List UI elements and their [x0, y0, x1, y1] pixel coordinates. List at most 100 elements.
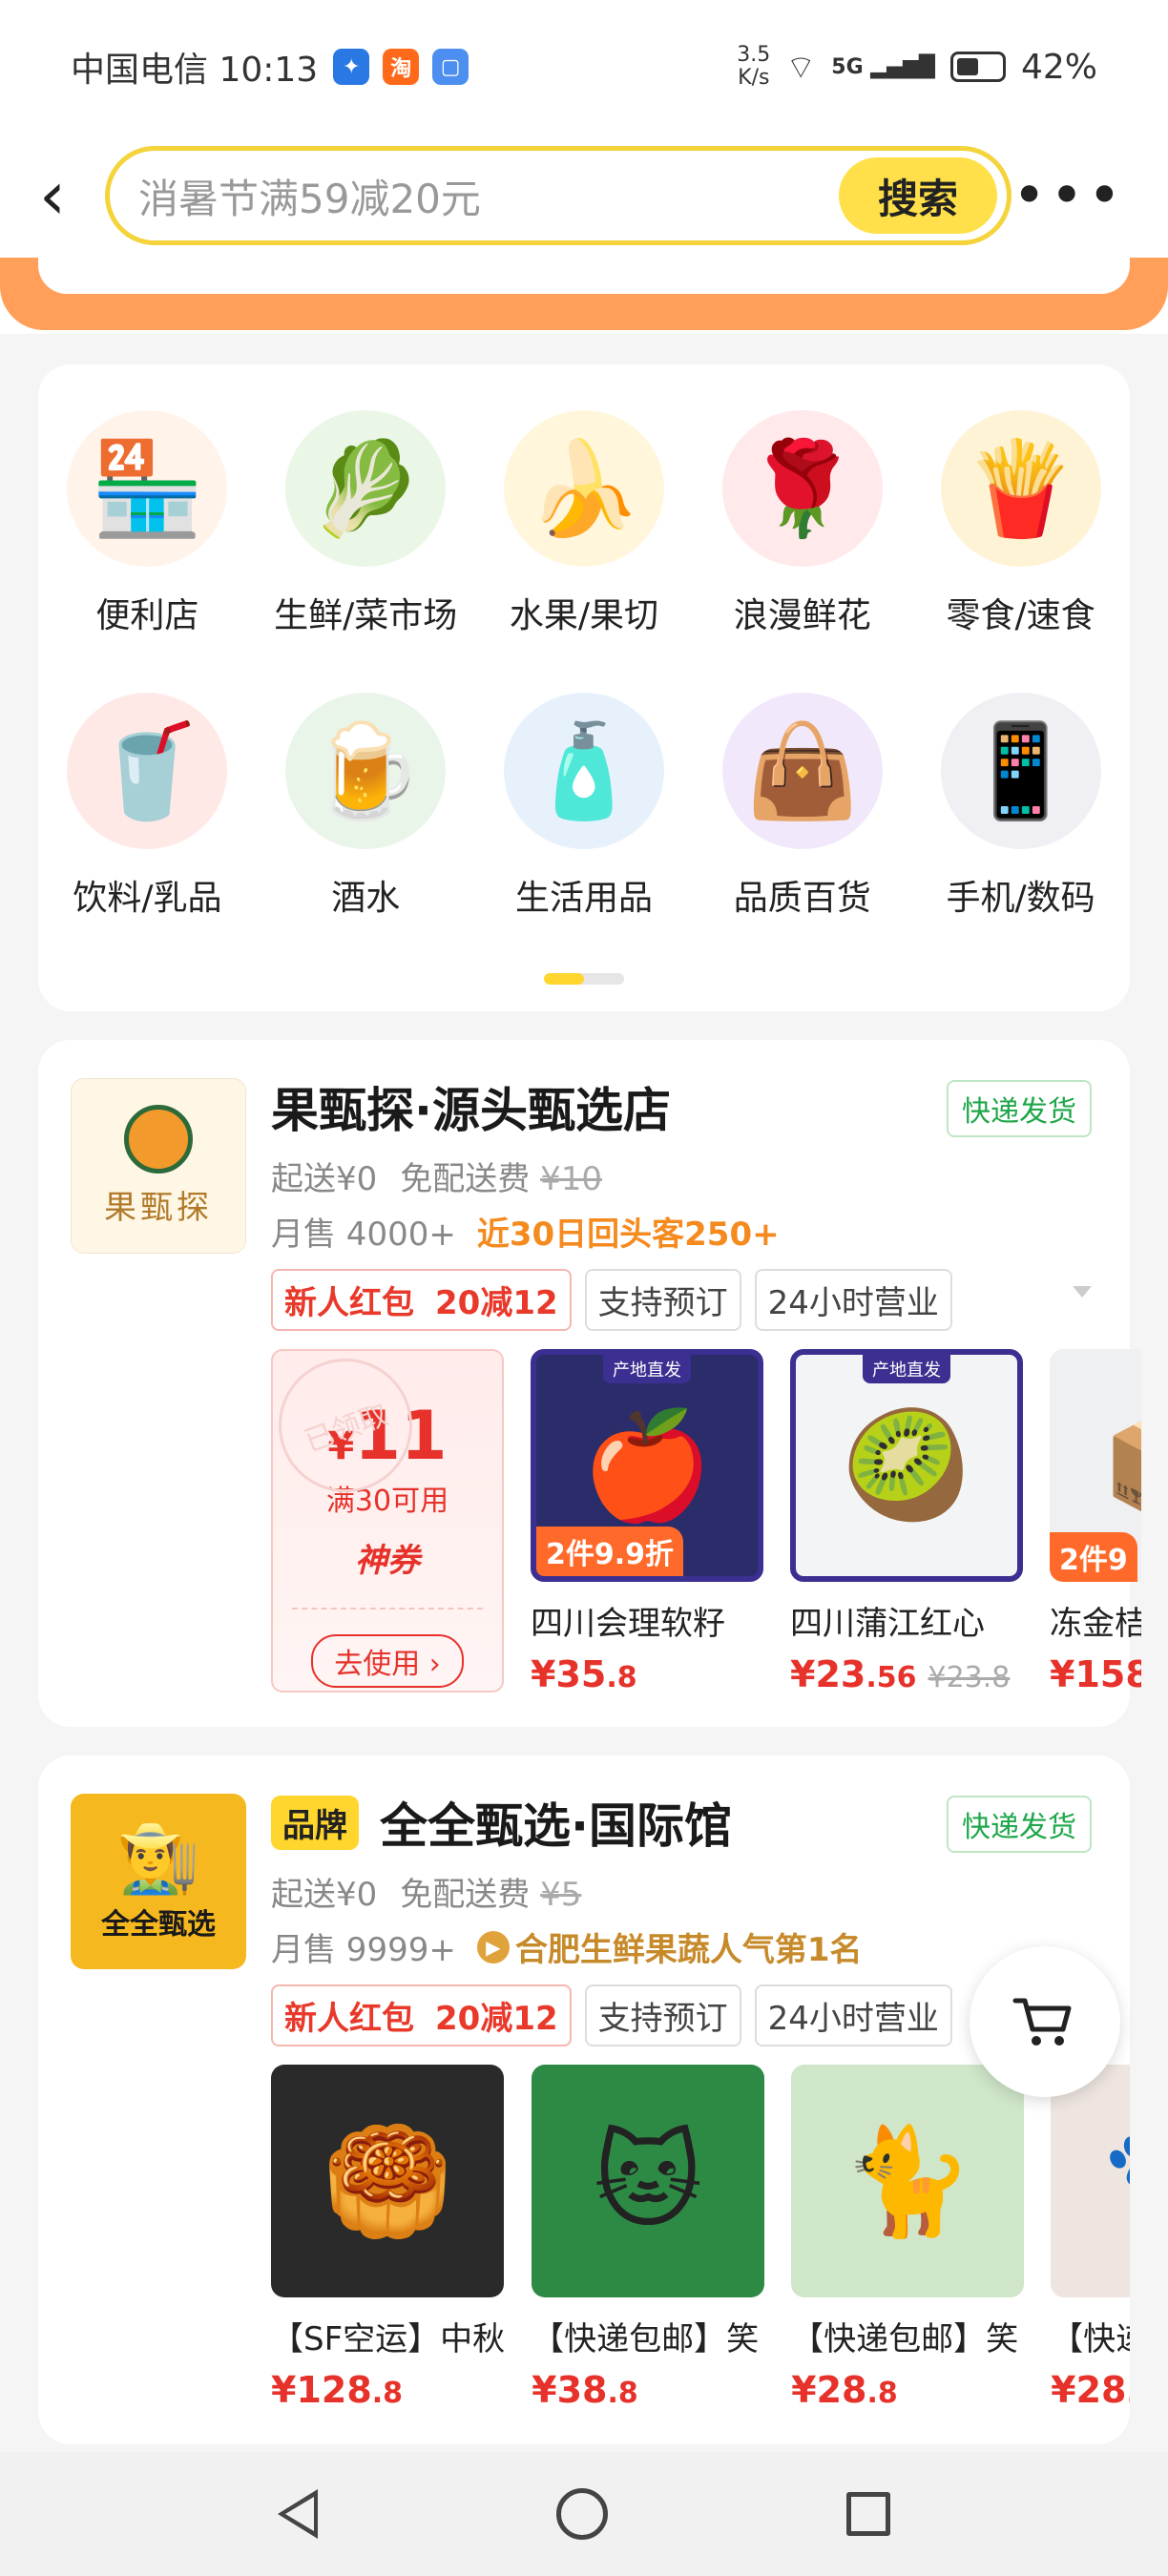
- shop-name[interactable]: 果甄探·源头甄选店: [271, 1072, 671, 1141]
- more-icon[interactable]: •••: [1012, 162, 1126, 229]
- product-price: ¥23.56 ¥23.8: [790, 1653, 1011, 1695]
- cart-button[interactable]: [970, 1946, 1120, 2097]
- carrier-time: 中国电信 10:13: [71, 51, 319, 90]
- taobao-notification-icon: 淘: [383, 49, 420, 85]
- search-bar[interactable]: 消暑节满59减20元 搜索: [105, 146, 1012, 245]
- category-flowers[interactable]: 🌹 浪漫鲜花: [693, 364, 911, 647]
- cart-icon: [1012, 1998, 1072, 2046]
- hours-tag: 24小时营业: [754, 1984, 952, 2046]
- coupon-card[interactable]: 已领取 ¥11 满30可用 神券 去使用 ›: [260, 1340, 504, 1693]
- pomegranate-image: 🍎 产地直发 2件9.9折: [531, 1349, 763, 1582]
- kiwi-image: 🥝 产地直发: [790, 1349, 1023, 1582]
- product-name: 四川会理软籽: [531, 1605, 725, 1643]
- coupon-title: 神券: [355, 1542, 420, 1580]
- detergent-icon: 🧴: [503, 693, 664, 849]
- product-name: 冻金桔: [1050, 1605, 1141, 1643]
- beer-icon: 🍺: [285, 693, 447, 849]
- category-snacks[interactable]: 🍟 零食/速食: [911, 364, 1130, 647]
- product-name: 【快递包邮】笑: [791, 2320, 1019, 2358]
- category-fruit[interactable]: 🍌 水果/果切: [475, 364, 694, 647]
- status-app-icons: ✦ 淘 ▢: [333, 49, 469, 85]
- shop-tags: 新人红包 20减12 支持预订 24小时营业: [271, 1269, 952, 1331]
- use-coupon-button[interactable]: 去使用 ›: [311, 1634, 464, 1688]
- delivery-type-badge: 快递发货: [947, 1080, 1092, 1137]
- banana-icon: 🍌: [503, 410, 664, 567]
- product-image: 📦 2件9: [1050, 1349, 1141, 1582]
- wifi-icon: ⌔: [785, 48, 817, 87]
- nav-recents-icon[interactable]: [846, 2492, 890, 2536]
- ranking-highlight: ▶ 合肥生鲜果蔬人气第1名: [476, 1923, 863, 1970]
- cat-litter-image: 🐈: [791, 2065, 1025, 2297]
- delivery-info: 起送¥0 免配送费 ¥10: [271, 1160, 602, 1198]
- product-price: ¥35.8: [531, 1653, 637, 1695]
- expand-tags-icon[interactable]: [1073, 1286, 1092, 1298]
- page: 中国电信 10:13 ✦ 淘 ▢ 3.5 K/s ⌔ 5G ▂▄▆█ 42% ‹…: [0, 0, 1168, 2576]
- battery-percent: 42%: [1020, 47, 1097, 87]
- new-user-coupon-tag: 新人红包 20减12: [271, 1984, 572, 2046]
- category-card: 🏪 便利店 🥬 生鲜/菜市场 🍌 水果/果切 🌹 浪漫鲜花 🍟 零食/速食 🥤 饮料/乳品 …: [38, 364, 1130, 1011]
- product-list: 🥮 【SF空运】中秋 ¥128.8 🐱 【快递包邮】笑 ¥38.8 🐈 【快递包…: [271, 2065, 1130, 2411]
- product-price: ¥28.8: [791, 2369, 898, 2411]
- snack-icon: 🍟: [940, 410, 1101, 567]
- product-price: ¥28.8: [1051, 2369, 1130, 2411]
- delivery-type-badge: 快递发货: [947, 1796, 1092, 1853]
- product-item[interactable]: 🥮 【SF空运】中秋 ¥128.8: [271, 2065, 505, 2411]
- product-price: ¥158: [1050, 1653, 1141, 1695]
- shop-name[interactable]: 品牌 全全甄选·国际馆: [271, 1788, 732, 1857]
- repeat-customer-highlight: 近30日回头客250+: [476, 1215, 780, 1254]
- search-input[interactable]: 消暑节满59减20元: [138, 167, 839, 225]
- farmer-logo-icon: 👨‍🌾: [116, 1819, 200, 1898]
- back-icon[interactable]: ‹: [0, 143, 105, 248]
- product-item[interactable]: 🥝 产地直发 四川蒲江红心 ¥23.56 ¥23.8: [790, 1349, 1023, 1695]
- product-item[interactable]: 🐱 【快递包邮】笑 ¥38.8: [532, 2065, 765, 2411]
- phone-icon: 📱: [940, 693, 1101, 849]
- search-button[interactable]: 搜索: [839, 157, 997, 234]
- discount-badge: 2件9: [1050, 1532, 1137, 1582]
- product-name: 四川蒲江红心: [790, 1605, 985, 1643]
- category-alcohol[interactable]: 🍺 酒水: [257, 647, 475, 929]
- product-list: 🍎 产地直发 2件9.9折 四川会理软籽 ¥35.8 🥝 产地直发 四川蒲江红心…: [531, 1349, 1141, 1695]
- product-item[interactable]: 📦 2件9 冻金桔 ¥158: [1050, 1349, 1141, 1695]
- nav-back-icon[interactable]: [278, 2489, 318, 2539]
- preorder-tag: 支持预订: [584, 1269, 741, 1331]
- sales-info: 月售 9999+ ▶ 合肥生鲜果蔬人气第1名: [271, 1923, 863, 1970]
- battery-icon: [949, 52, 1006, 82]
- preorder-tag: 支持预订: [584, 1984, 741, 2046]
- status-indicators: 3.5 K/s ⌔ 5G ▂▄▆█ 42%: [737, 44, 1097, 90]
- signal-icon: 5G ▂▄▆█: [831, 54, 935, 79]
- category-drinks[interactable]: 🥤 饮料/乳品: [38, 647, 257, 929]
- mooncake-image: 🥮: [271, 2065, 504, 2297]
- shop-card[interactable]: 果甄探 果甄探·源头甄选店 快递发货 起送¥0 免配送费 ¥10 月售 4000…: [38, 1040, 1141, 1727]
- product-price: ¥38.8: [532, 2369, 638, 2411]
- category-grid: 🏪 便利店 🥬 生鲜/菜市场 🍌 水果/果切 🌹 浪漫鲜花 🍟 零食/速食 🥤 饮料/乳品 …: [38, 364, 1130, 929]
- shopping-bag-icon: 👜: [721, 693, 883, 849]
- status-bar: 中国电信 10:13 ✦ 淘 ▢ 3.5 K/s ⌔ 5G ▂▄▆█ 42%: [0, 0, 1168, 134]
- shop-card[interactable]: 👨‍🌾 全全甄选 品牌 全全甄选·国际馆 快递发货 起送¥0 免配送费 ¥5 月…: [38, 1755, 1130, 2444]
- cat-food-image: 🐱: [532, 2065, 765, 2297]
- product-name: 【SF空运】中秋: [271, 2320, 506, 2358]
- delivery-info: 起送¥0 免配送费 ¥5: [271, 1876, 582, 1914]
- rose-icon: 🌹: [721, 410, 883, 567]
- product-item[interactable]: 🐾 【快递 ¥28.8: [1051, 2065, 1130, 2411]
- shop-logo: 👨‍🌾 全全甄选: [71, 1794, 246, 1969]
- category-phones-digital[interactable]: 📱 手机/数码: [911, 647, 1130, 929]
- new-user-coupon-tag: 新人红包 20减12: [271, 1269, 572, 1331]
- category-convenience-store[interactable]: 🏪 便利店: [38, 364, 257, 647]
- hours-tag: 24小时营业: [754, 1269, 952, 1331]
- product-item[interactable]: 🐈 【快递包邮】笑 ¥28.8: [791, 2065, 1025, 2411]
- product-name: 【快递: [1051, 2320, 1130, 2358]
- drink-icon: 🥤: [67, 693, 228, 849]
- sales-info: 月售 4000+ 近30日回头客250+: [271, 1208, 780, 1255]
- banner-band: [0, 258, 1168, 334]
- category-pager: [544, 973, 624, 985]
- product-item[interactable]: 🍎 产地直发 2件9.9折 四川会理软籽 ¥35.8: [531, 1349, 763, 1695]
- shop-tags: 新人红包 20减12 支持预订 24小时营业: [271, 1984, 952, 2046]
- category-department-store[interactable]: 👜 品质百货: [693, 647, 911, 929]
- vegetable-icon: 🥬: [285, 410, 447, 567]
- app-notification-icon: ✦: [333, 49, 370, 85]
- nav-home-icon[interactable]: [556, 2488, 608, 2540]
- category-fresh-market[interactable]: 🥬 生鲜/菜市场: [257, 364, 475, 647]
- product-price: ¥128.8: [271, 2369, 404, 2411]
- category-household[interactable]: 🧴 生活用品: [475, 647, 694, 929]
- brand-badge: 品牌: [271, 1795, 359, 1850]
